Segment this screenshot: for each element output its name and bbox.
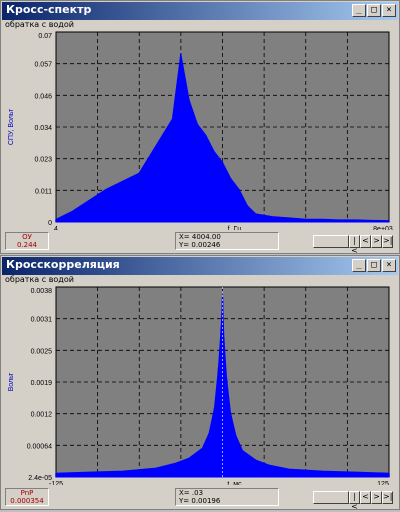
y-tick-label: 0.07 (38, 33, 52, 40)
x-tick-label: -125 (49, 481, 63, 485)
last-button[interactable]: >| (382, 491, 393, 504)
cursor-y: Y= 0.00246 (179, 241, 221, 249)
title-bar[interactable]: Кросскорреляция _ □ × (2, 257, 398, 275)
window-title: Кросскорреляция (6, 258, 120, 271)
minimize-button[interactable]: _ (352, 4, 366, 17)
y-tick-label: 0.0031 (31, 317, 53, 324)
last-button[interactable]: >| (382, 235, 393, 248)
y-tick-label: 0 (48, 220, 52, 227)
x-tick-label: 125 (377, 481, 389, 485)
y-tick-label: 0.011 (35, 188, 52, 195)
y-tick-label: 0.034 (34, 125, 52, 132)
cross-correlation-chart[interactable]: 2.4e-050.000640.00120.00190.00250.00310.… (1, 283, 399, 485)
title-bar[interactable]: Кросс-спектр _ □ × (2, 2, 398, 20)
first-button[interactable]: |< (349, 491, 360, 511)
nav-controls: |< < > >| (313, 491, 393, 511)
y-tick-label: 0.057 (34, 62, 52, 69)
x-tick-label: 8e+03 (373, 226, 393, 230)
next-button[interactable]: > (371, 235, 382, 248)
x-tick-label: 4 (54, 226, 58, 230)
maximize-button[interactable]: □ (367, 4, 381, 17)
x-axis-label: f, Гц (228, 226, 242, 230)
cursor-x: X= 4004.00 (179, 233, 221, 241)
y-axis-label: Вольт (8, 372, 15, 392)
scroll-track[interactable] (313, 491, 349, 504)
cursor-readout: X= 4004.00 Y= 0.00246 (175, 232, 279, 250)
x-axis-label: t, мс (227, 481, 242, 485)
cross-spectrum-chart[interactable]: 0 0.011 0.023 0.034 0.046 0.057 0.07 4 8e+03 f, Г… (1, 28, 399, 230)
y-axis-label: СПУ, Вольт (8, 108, 15, 145)
y-tick-label: 0.0038 (31, 288, 53, 295)
cursor-readout: X= .03 Y= 0.00196 (175, 488, 279, 506)
cross-correlation-window: Кросскорреляция _ □ × обратка с водой 2.… (0, 255, 400, 511)
channel-value-box: PnP 0.000354 (5, 488, 49, 506)
cursor-x: X= .03 (179, 489, 204, 497)
channel-label: PnP (20, 489, 34, 497)
y-tick-label: 0.0019 (31, 380, 53, 387)
cross-spectrum-window: Кросс-спектр _ □ × обратка с водой 0 0.01… (0, 0, 400, 255)
close-button[interactable]: × (382, 259, 396, 272)
cursor-y: Y= 0.00196 (179, 497, 221, 505)
y-tick-label: 0.046 (34, 93, 52, 100)
prev-button[interactable]: < (360, 235, 371, 248)
scroll-track[interactable] (313, 235, 349, 248)
prev-button[interactable]: < (360, 491, 371, 504)
nav-controls: |< < > >| (313, 235, 393, 255)
y-tick-label: 0.023 (34, 157, 52, 164)
first-button[interactable]: |< (349, 235, 360, 255)
y-tick-label: 0.0012 (31, 412, 53, 419)
close-button[interactable]: × (382, 4, 396, 17)
y-tick-label: 0.0025 (31, 348, 53, 355)
maximize-button[interactable]: □ (367, 259, 381, 272)
channel-value: 0.244 (16, 241, 38, 249)
minimize-button[interactable]: _ (352, 259, 366, 272)
next-button[interactable]: > (371, 491, 382, 504)
window-title: Кросс-спектр (6, 3, 92, 16)
y-tick-label: 0.00064 (27, 443, 52, 450)
channel-value-box: ОУ 0.244 (5, 232, 49, 250)
channel-value: 0.000354 (10, 497, 44, 505)
channel-label: ОУ (22, 233, 32, 241)
